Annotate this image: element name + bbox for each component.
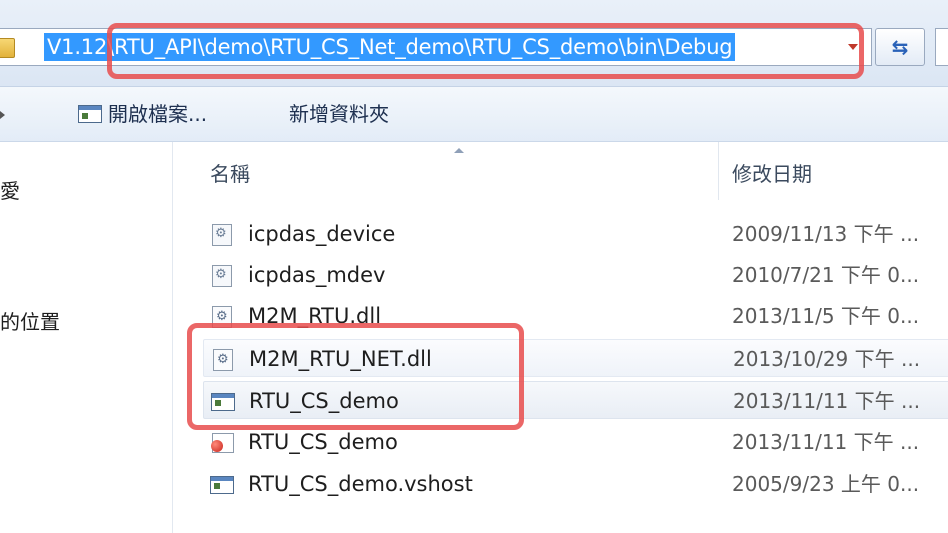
nav-item-favorites[interactable]: 愛 <box>0 175 20 204</box>
file-date: 2013/11/11 下午 ... <box>732 430 920 454</box>
file-row[interactable]: RTU_CS_demo.vshost 2005/9/23 上午 0... <box>203 465 948 503</box>
file-row[interactable]: icpdas_mdev 2010/7/21 下午 0... <box>203 256 948 294</box>
file-name: icpdas_device <box>248 222 396 246</box>
chevron-right-icon[interactable] <box>0 111 5 119</box>
file-row[interactable]: RTU_CS_demo 2013/11/11 下午 ... <box>203 381 948 419</box>
project-file-icon <box>211 433 234 453</box>
file-date: 2010/7/21 下午 0... <box>732 263 920 287</box>
toolbar: 開啟檔案... 新增資料夾 <box>0 87 948 142</box>
nav-item-recent-places[interactable]: 的位置 <box>0 306 60 335</box>
config-file-icon <box>212 224 232 246</box>
refresh-button[interactable]: ⇆ <box>875 28 925 66</box>
sort-up-icon <box>454 148 464 153</box>
file-date: 2013/11/11 下午 ... <box>733 389 921 413</box>
address-bar[interactable]: V1.12\RTU_API\demo\RTU_CS_Net_demo\RTU_C… <box>0 28 872 66</box>
file-name: RTU_CS_demo.vshost <box>248 472 473 496</box>
open-file-button[interactable]: 開啟檔案... <box>78 99 207 129</box>
address-path[interactable]: V1.12\RTU_API\demo\RTU_CS_Net_demo\RTU_C… <box>44 33 736 61</box>
file-name: M2M_RTU.dll <box>248 304 382 328</box>
file-row[interactable]: M2M_RTU.dll 2013/11/5 下午 0... <box>203 297 948 335</box>
chevron-down-icon[interactable] <box>848 44 858 50</box>
file-date: 2013/11/5 下午 0... <box>732 304 920 328</box>
column-header-date-modified[interactable]: 修改日期 <box>732 142 812 200</box>
folder-icon <box>0 38 15 58</box>
navigation-pane: 愛 的位置 <box>0 142 173 533</box>
file-row[interactable]: RTU_CS_demo 2013/11/11 下午 ... <box>203 423 948 461</box>
file-name: icpdas_mdev <box>248 263 386 287</box>
column-divider[interactable] <box>718 142 719 200</box>
new-folder-label: 新增資料夾 <box>289 102 389 126</box>
application-icon <box>210 476 234 494</box>
refresh-icon: ⇆ <box>891 35 909 59</box>
file-date: 2009/11/13 下午 ... <box>732 222 920 246</box>
file-date: 2013/10/29 下午 ... <box>733 347 921 371</box>
application-icon <box>78 105 102 123</box>
file-row[interactable]: icpdas_device 2009/11/13 下午 ... <box>203 215 948 253</box>
file-name: RTU_CS_demo <box>248 430 398 454</box>
file-row[interactable]: M2M_RTU_NET.dll 2013/10/29 下午 ... <box>203 339 948 377</box>
config-file-icon <box>212 265 232 287</box>
application-icon <box>211 393 235 411</box>
file-name: M2M_RTU_NET.dll <box>249 347 432 371</box>
file-date: 2005/9/23 上午 0... <box>732 472 920 496</box>
dll-file-icon <box>212 306 232 328</box>
file-name: RTU_CS_demo <box>249 389 399 413</box>
search-input[interactable] <box>935 28 948 66</box>
open-file-label: 開啟檔案... <box>108 102 208 126</box>
dll-file-icon <box>213 349 233 371</box>
file-list: 名稱 修改日期 icpdas_device 2009/11/13 下午 ... … <box>173 142 948 533</box>
address-bar-strip: V1.12\RTU_API\demo\RTU_CS_Net_demo\RTU_C… <box>0 0 948 87</box>
column-header-name[interactable]: 名稱 <box>210 142 250 200</box>
new-folder-button[interactable]: 新增資料夾 <box>289 99 389 129</box>
